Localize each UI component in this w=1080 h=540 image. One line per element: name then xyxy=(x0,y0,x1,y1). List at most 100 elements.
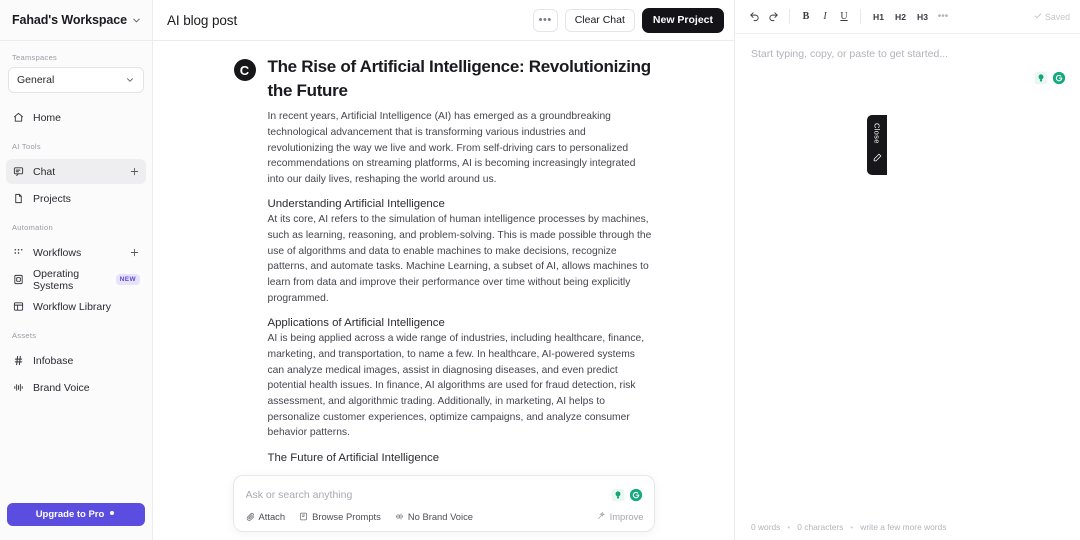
close-tab-label: Close xyxy=(873,123,882,144)
bold-button[interactable]: B xyxy=(797,8,815,26)
magic-wand-icon xyxy=(597,511,606,522)
grammarly-icon[interactable] xyxy=(629,487,644,502)
clear-chat-button[interactable]: Clear Chat xyxy=(565,9,635,32)
projects-icon xyxy=(12,192,25,205)
grammarly-bulb-icon[interactable] xyxy=(1033,70,1048,85)
add-chat-icon[interactable] xyxy=(129,166,140,177)
composer-wrapper: Attach Browse Prompts No Brand Voice xyxy=(153,475,734,532)
undo-button[interactable] xyxy=(745,8,763,26)
composer-input-row xyxy=(234,476,654,511)
sidebar-item-label: Home xyxy=(33,112,61,124)
heading-3-button[interactable]: H3 xyxy=(912,8,933,26)
prompts-icon xyxy=(299,512,308,521)
status-separator: • xyxy=(787,522,790,532)
sparkle-icon xyxy=(108,509,116,520)
post-paragraph-applications: AI is being applied across a wide range … xyxy=(268,331,654,440)
post-heading-applications: Applications of Artificial Intelligence xyxy=(268,317,654,329)
editor-placeholder: Start typing, copy, or paste to get star… xyxy=(751,48,1064,60)
sidebar-item-infobase[interactable]: Infobase xyxy=(6,348,146,373)
character-count: 0 characters xyxy=(797,522,843,532)
automation-label: Automation xyxy=(0,223,152,232)
toolbar-divider xyxy=(789,9,790,24)
word-count: 0 words xyxy=(751,522,780,532)
sidebar-item-label: Operating Systems xyxy=(33,268,108,292)
chat-input[interactable] xyxy=(246,487,603,501)
post-intro-paragraph: In recent years, Artificial Intelligence… xyxy=(268,109,654,187)
heading-2-button[interactable]: H2 xyxy=(890,8,911,26)
saved-label: Saved xyxy=(1045,12,1070,22)
chat-scroll-area[interactable]: C The Rise of Artificial Intelligence: R… xyxy=(153,41,734,540)
waveform-icon xyxy=(395,512,404,521)
browse-prompts-button[interactable]: Browse Prompts xyxy=(299,511,381,522)
sidebar-item-label: Workflow Library xyxy=(33,301,111,313)
editor-assist-icons xyxy=(1033,70,1066,85)
sidebar-item-workflow-library[interactable]: Workflow Library xyxy=(6,294,146,319)
upgrade-label: Upgrade to Pro xyxy=(36,509,105,520)
close-editor-tab[interactable]: Close xyxy=(867,115,887,175)
editor-toolbar: B I U H1 H2 H3 ••• Saved xyxy=(735,0,1080,34)
add-workflow-icon[interactable] xyxy=(129,247,140,258)
attach-label: Attach xyxy=(259,511,286,522)
upgrade-section: Upgrade to Pro xyxy=(0,503,152,540)
editor-status-bar: 0 words • 0 characters • write a few mor… xyxy=(735,514,1080,540)
redo-button[interactable] xyxy=(764,8,782,26)
editor-body[interactable]: Start typing, copy, or paste to get star… xyxy=(735,34,1080,514)
post-paragraph-understanding: At its core, AI refers to the simulation… xyxy=(268,212,654,306)
heading-1-button[interactable]: H1 xyxy=(868,8,889,26)
sidebar-item-chat[interactable]: Chat xyxy=(6,159,146,184)
sidebar-item-operating-systems[interactable]: Operating Systems NEW xyxy=(6,267,146,292)
workspace-switcher[interactable]: Fahad's Workspace xyxy=(0,0,152,41)
paperclip-icon xyxy=(246,512,255,521)
sidebar-item-label: Infobase xyxy=(33,355,73,367)
grammarly-bulb-icon[interactable] xyxy=(611,487,626,502)
brand-voice-label: No Brand Voice xyxy=(408,511,473,522)
attach-button[interactable]: Attach xyxy=(246,511,286,522)
sidebar-item-home[interactable]: Home xyxy=(6,105,146,130)
check-icon xyxy=(1034,12,1042,22)
browse-prompts-label: Browse Prompts xyxy=(312,511,381,522)
document-editor-panel: B I U H1 H2 H3 ••• Saved Start typing, c… xyxy=(734,0,1080,540)
editor-hint: write a few more words xyxy=(860,522,946,532)
sidebar-item-brand-voice[interactable]: Brand Voice xyxy=(6,375,146,400)
chat-composer: Attach Browse Prompts No Brand Voice xyxy=(233,475,655,532)
composer-assist-icons xyxy=(611,487,644,502)
operating-systems-icon xyxy=(12,273,25,286)
status-separator: • xyxy=(850,522,853,532)
teamspace-selected-value: General xyxy=(17,74,54,86)
chat-panel: AI blog post ••• Clear Chat New Project … xyxy=(153,0,734,540)
workflows-icon xyxy=(12,246,25,259)
home-icon xyxy=(12,111,25,124)
new-project-button[interactable]: New Project xyxy=(642,8,724,33)
post-heading-future: The Future of Artificial Intelligence xyxy=(268,452,654,464)
brand-voice-selector[interactable]: No Brand Voice xyxy=(395,511,473,522)
underline-button[interactable]: U xyxy=(835,8,853,26)
sidebar-item-label: Chat xyxy=(33,166,55,178)
chevron-down-icon xyxy=(131,15,142,26)
new-badge: NEW xyxy=(116,274,140,285)
teamspace-select[interactable]: General xyxy=(8,67,144,93)
topbar: AI blog post ••• Clear Chat New Project xyxy=(153,0,734,41)
workspace-name: Fahad's Workspace xyxy=(12,13,127,27)
post-heading-understanding: Understanding Artificial Intelligence xyxy=(268,198,654,210)
editor-more-button[interactable]: ••• xyxy=(934,8,952,26)
assets-label: Assets xyxy=(0,331,152,340)
more-options-button[interactable]: ••• xyxy=(533,9,558,32)
toolbar-divider xyxy=(860,9,861,24)
improve-button[interactable]: Improve xyxy=(597,511,644,522)
app-root: Fahad's Workspace Teamspaces General Hom… xyxy=(0,0,1080,540)
composer-toolbar: Attach Browse Prompts No Brand Voice xyxy=(234,511,654,531)
avatar: C xyxy=(234,59,256,81)
workflow-library-icon xyxy=(12,300,25,313)
sidebar: Fahad's Workspace Teamspaces General Hom… xyxy=(0,0,153,540)
sidebar-item-label: Brand Voice xyxy=(33,382,90,394)
post-title: The Rise of Artificial Intelligence: Rev… xyxy=(268,55,654,103)
grammarly-icon[interactable] xyxy=(1051,70,1066,85)
italic-button[interactable]: I xyxy=(816,8,834,26)
chevron-down-icon xyxy=(125,75,135,85)
upgrade-to-pro-button[interactable]: Upgrade to Pro xyxy=(7,503,145,526)
sidebar-item-label: Projects xyxy=(33,193,71,205)
waveform-icon xyxy=(12,381,25,394)
sidebar-item-projects[interactable]: Projects xyxy=(6,186,146,211)
sidebar-item-workflows[interactable]: Workflows xyxy=(6,240,146,265)
pen-icon xyxy=(873,149,882,167)
